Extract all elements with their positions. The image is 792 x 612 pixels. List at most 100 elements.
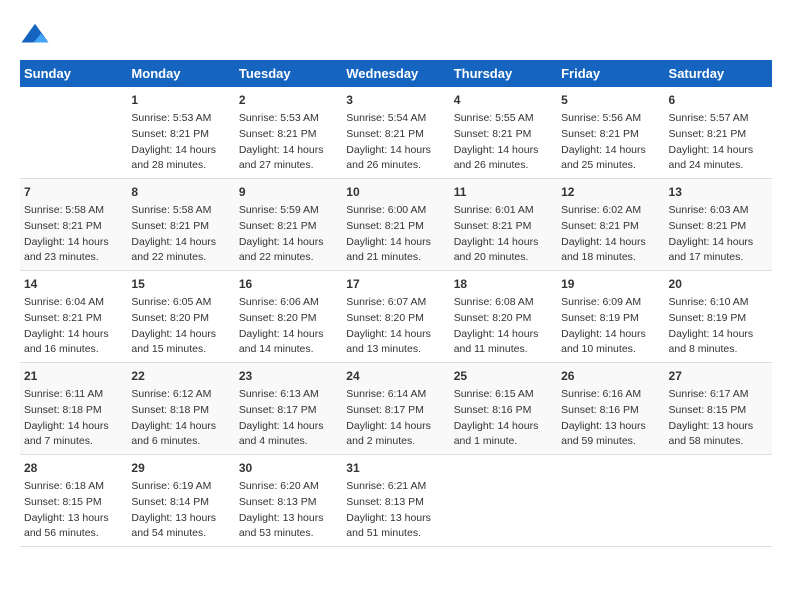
day-info: Sunrise: 5:59 AM Sunset: 8:21 PM Dayligh… bbox=[239, 203, 338, 266]
day-info: Sunrise: 6:01 AM Sunset: 8:21 PM Dayligh… bbox=[454, 203, 553, 266]
day-number: 14 bbox=[24, 275, 123, 293]
day-info: Sunrise: 5:58 AM Sunset: 8:21 PM Dayligh… bbox=[131, 203, 230, 266]
day-number: 10 bbox=[346, 183, 445, 201]
weekday-header-wednesday: Wednesday bbox=[342, 60, 449, 87]
day-cell: 25 Sunrise: 6:15 AM Sunset: 8:16 PM Dayli… bbox=[450, 363, 557, 455]
day-number: 26 bbox=[561, 367, 660, 385]
day-info: Sunrise: 5:58 AM Sunset: 8:21 PM Dayligh… bbox=[24, 203, 123, 266]
day-cell: 1 Sunrise: 5:53 AM Sunset: 8:21 PM Daylig… bbox=[127, 87, 234, 179]
day-number: 5 bbox=[561, 91, 660, 109]
day-number: 28 bbox=[24, 459, 123, 477]
day-info: Sunrise: 6:06 AM Sunset: 8:20 PM Dayligh… bbox=[239, 295, 338, 358]
day-cell: 21Sunrise: 6:11 AM Sunset: 8:18 PM Dayli… bbox=[20, 363, 127, 455]
day-number: 30 bbox=[239, 459, 338, 477]
day-cell: 18 Sunrise: 6:08 AM Sunset: 8:20 PM Dayli… bbox=[450, 271, 557, 363]
day-cell: 17Sunrise: 6:07 AM Sunset: 8:20 PM Dayli… bbox=[342, 271, 449, 363]
logo bbox=[20, 20, 54, 50]
day-number: 13 bbox=[669, 183, 768, 201]
day-info: Sunrise: 6:18 AM Sunset: 8:15 PM Dayligh… bbox=[24, 479, 123, 542]
day-number: 22 bbox=[131, 367, 230, 385]
day-info: Sunrise: 6:15 AM Sunset: 8:16 PM Dayligh… bbox=[454, 387, 553, 450]
day-info: Sunrise: 6:12 AM Sunset: 8:18 PM Dayligh… bbox=[131, 387, 230, 450]
day-info: Sunrise: 6:21 AM Sunset: 8:13 PM Dayligh… bbox=[346, 479, 445, 542]
calendar-table: SundayMondayTuesdayWednesdayThursdayFrid… bbox=[20, 60, 772, 547]
day-number: 11 bbox=[454, 183, 553, 201]
day-info: Sunrise: 5:54 AM Sunset: 8:21 PM Dayligh… bbox=[346, 111, 445, 174]
day-cell: 22 Sunrise: 6:12 AM Sunset: 8:18 PM Dayli… bbox=[127, 363, 234, 455]
day-info: Sunrise: 5:57 AM Sunset: 8:21 PM Dayligh… bbox=[669, 111, 768, 174]
day-info: Sunrise: 6:19 AM Sunset: 8:14 PM Dayligh… bbox=[131, 479, 230, 542]
weekday-header-monday: Monday bbox=[127, 60, 234, 87]
day-number: 15 bbox=[131, 275, 230, 293]
day-info: Sunrise: 6:05 AM Sunset: 8:20 PM Dayligh… bbox=[131, 295, 230, 358]
day-info: Sunrise: 6:14 AM Sunset: 8:17 PM Dayligh… bbox=[346, 387, 445, 450]
day-number: 7 bbox=[24, 183, 123, 201]
day-number: 27 bbox=[669, 367, 768, 385]
page-header bbox=[20, 20, 772, 50]
day-info: Sunrise: 6:03 AM Sunset: 8:21 PM Dayligh… bbox=[669, 203, 768, 266]
week-row-2: 7 Sunrise: 5:58 AM Sunset: 8:21 PM Daylig… bbox=[20, 179, 772, 271]
day-cell: 24 Sunrise: 6:14 AM Sunset: 8:17 PM Dayli… bbox=[342, 363, 449, 455]
day-number: 8 bbox=[131, 183, 230, 201]
day-number: 16 bbox=[239, 275, 338, 293]
day-info: Sunrise: 6:09 AM Sunset: 8:19 PM Dayligh… bbox=[561, 295, 660, 358]
day-cell bbox=[450, 455, 557, 547]
day-cell: 7 Sunrise: 5:58 AM Sunset: 8:21 PM Daylig… bbox=[20, 179, 127, 271]
day-info: Sunrise: 6:10 AM Sunset: 8:19 PM Dayligh… bbox=[669, 295, 768, 358]
calendar-header: SundayMondayTuesdayWednesdayThursdayFrid… bbox=[20, 60, 772, 87]
day-number: 6 bbox=[669, 91, 768, 109]
day-cell bbox=[557, 455, 664, 547]
weekday-header-tuesday: Tuesday bbox=[235, 60, 342, 87]
day-info: Sunrise: 6:20 AM Sunset: 8:13 PM Dayligh… bbox=[239, 479, 338, 542]
logo-icon bbox=[20, 20, 50, 50]
day-cell: 20 Sunrise: 6:10 AM Sunset: 8:19 PM Dayli… bbox=[665, 271, 772, 363]
day-number: 31 bbox=[346, 459, 445, 477]
day-cell: 8 Sunrise: 5:58 AM Sunset: 8:21 PM Daylig… bbox=[127, 179, 234, 271]
week-row-4: 21Sunrise: 6:11 AM Sunset: 8:18 PM Dayli… bbox=[20, 363, 772, 455]
day-cell: 11 Sunrise: 6:01 AM Sunset: 8:21 PM Dayli… bbox=[450, 179, 557, 271]
day-number: 9 bbox=[239, 183, 338, 201]
weekday-header-thursday: Thursday bbox=[450, 60, 557, 87]
day-cell: 19 Sunrise: 6:09 AM Sunset: 8:19 PM Dayli… bbox=[557, 271, 664, 363]
weekday-header-friday: Friday bbox=[557, 60, 664, 87]
day-info: Sunrise: 5:53 AM Sunset: 8:21 PM Dayligh… bbox=[239, 111, 338, 174]
day-number: 25 bbox=[454, 367, 553, 385]
day-cell: 28 Sunrise: 6:18 AM Sunset: 8:15 PM Dayli… bbox=[20, 455, 127, 547]
day-number: 1 bbox=[131, 91, 230, 109]
day-number: 4 bbox=[454, 91, 553, 109]
day-cell: 13 Sunrise: 6:03 AM Sunset: 8:21 PM Dayli… bbox=[665, 179, 772, 271]
day-info: Sunrise: 5:55 AM Sunset: 8:21 PM Dayligh… bbox=[454, 111, 553, 174]
day-info: Sunrise: 6:17 AM Sunset: 8:15 PM Dayligh… bbox=[669, 387, 768, 450]
day-cell: 10Sunrise: 6:00 AM Sunset: 8:21 PM Dayli… bbox=[342, 179, 449, 271]
day-info: Sunrise: 6:13 AM Sunset: 8:17 PM Dayligh… bbox=[239, 387, 338, 450]
day-cell bbox=[20, 87, 127, 179]
day-number: 12 bbox=[561, 183, 660, 201]
calendar-body: 1 Sunrise: 5:53 AM Sunset: 8:21 PM Daylig… bbox=[20, 87, 772, 547]
day-number: 2 bbox=[239, 91, 338, 109]
day-number: 18 bbox=[454, 275, 553, 293]
day-info: Sunrise: 5:53 AM Sunset: 8:21 PM Dayligh… bbox=[131, 111, 230, 174]
day-number: 24 bbox=[346, 367, 445, 385]
week-row-3: 14 Sunrise: 6:04 AM Sunset: 8:21 PM Dayli… bbox=[20, 271, 772, 363]
day-cell: 12Sunrise: 6:02 AM Sunset: 8:21 PM Dayli… bbox=[557, 179, 664, 271]
day-cell: 4 Sunrise: 5:55 AM Sunset: 8:21 PM Daylig… bbox=[450, 87, 557, 179]
day-cell: 6 Sunrise: 5:57 AM Sunset: 8:21 PM Daylig… bbox=[665, 87, 772, 179]
weekday-header-sunday: Sunday bbox=[20, 60, 127, 87]
weekday-header-saturday: Saturday bbox=[665, 60, 772, 87]
day-cell: 15 Sunrise: 6:05 AM Sunset: 8:20 PM Dayli… bbox=[127, 271, 234, 363]
day-cell bbox=[665, 455, 772, 547]
day-cell: 29Sunrise: 6:19 AM Sunset: 8:14 PM Dayli… bbox=[127, 455, 234, 547]
day-cell: 14 Sunrise: 6:04 AM Sunset: 8:21 PM Dayli… bbox=[20, 271, 127, 363]
day-number: 21 bbox=[24, 367, 123, 385]
day-info: Sunrise: 6:04 AM Sunset: 8:21 PM Dayligh… bbox=[24, 295, 123, 358]
day-number: 20 bbox=[669, 275, 768, 293]
day-info: Sunrise: 6:16 AM Sunset: 8:16 PM Dayligh… bbox=[561, 387, 660, 450]
day-cell: 27 Sunrise: 6:17 AM Sunset: 8:15 PM Dayli… bbox=[665, 363, 772, 455]
day-info: Sunrise: 6:08 AM Sunset: 8:20 PM Dayligh… bbox=[454, 295, 553, 358]
day-number: 19 bbox=[561, 275, 660, 293]
week-row-5: 28 Sunrise: 6:18 AM Sunset: 8:15 PM Dayli… bbox=[20, 455, 772, 547]
day-info: Sunrise: 5:56 AM Sunset: 8:21 PM Dayligh… bbox=[561, 111, 660, 174]
day-cell: 30 Sunrise: 6:20 AM Sunset: 8:13 PM Dayli… bbox=[235, 455, 342, 547]
day-cell: 5 Sunrise: 5:56 AM Sunset: 8:21 PM Daylig… bbox=[557, 87, 664, 179]
weekday-header-row: SundayMondayTuesdayWednesdayThursdayFrid… bbox=[20, 60, 772, 87]
